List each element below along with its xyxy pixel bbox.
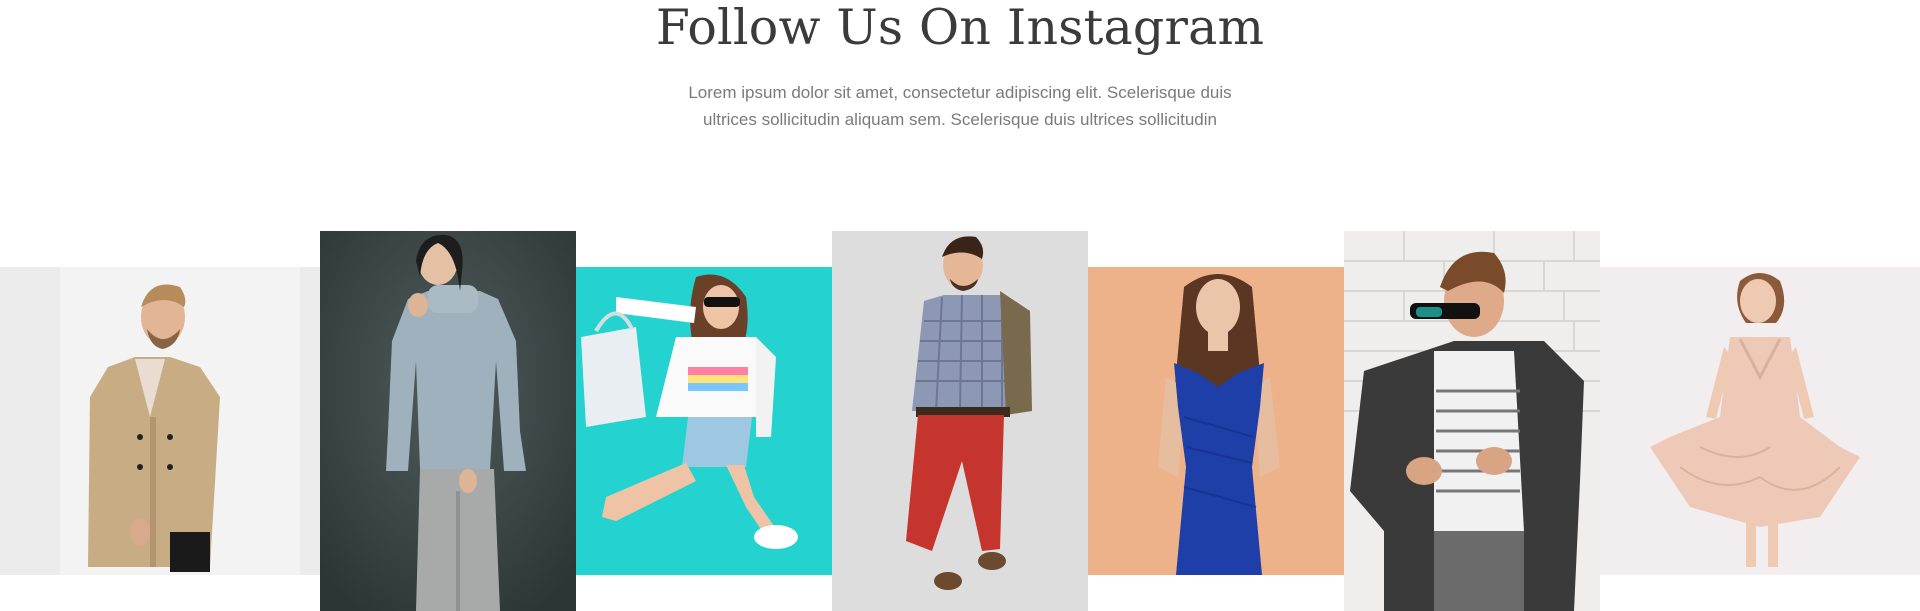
- instagram-photo-4[interactable]: [832, 231, 1088, 611]
- woman-pink-dress-image: [1600, 267, 1920, 575]
- instagram-photo-2[interactable]: [320, 231, 576, 611]
- instagram-photo-3[interactable]: [576, 267, 832, 575]
- instagram-gallery: [0, 0, 1920, 611]
- man-sunglasses-image: [1344, 231, 1600, 611]
- woman-turquoise-image: [576, 267, 832, 575]
- woman-blue-dress-image: [1088, 267, 1344, 575]
- instagram-photo-7[interactable]: [1600, 267, 1920, 575]
- instagram-photo-1[interactable]: [0, 267, 320, 575]
- man-trench-coat-image: [0, 267, 320, 575]
- instagram-photo-6[interactable]: [1344, 231, 1600, 611]
- woman-sweater-image: [320, 231, 576, 611]
- instagram-section: Follow Us On Instagram Lorem ipsum dolor…: [0, 0, 1920, 611]
- instagram-photo-5[interactable]: [1088, 267, 1344, 575]
- man-plaid-shirt-image: [832, 231, 1088, 611]
